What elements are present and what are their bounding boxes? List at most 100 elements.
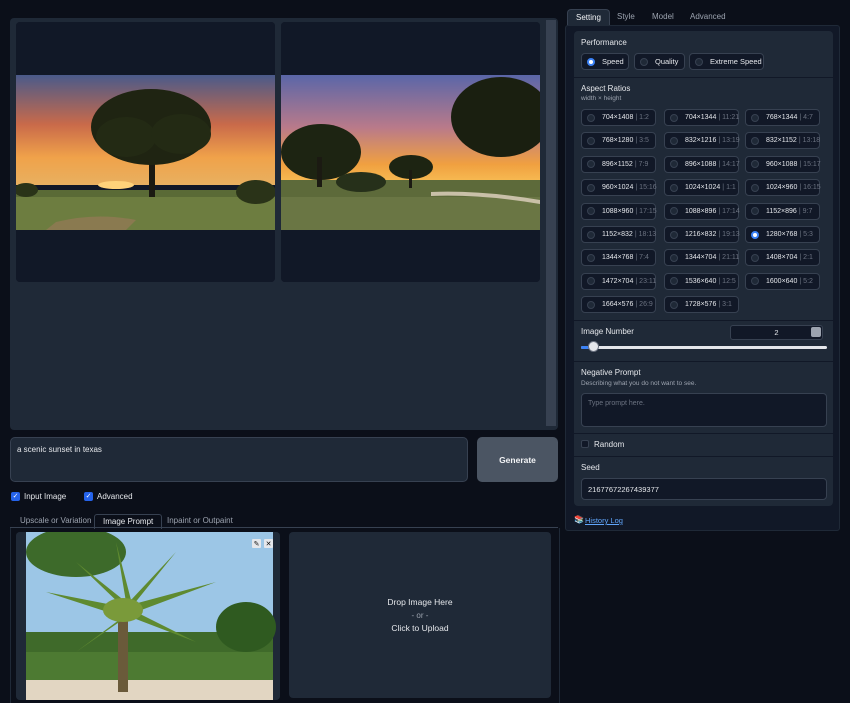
seed-input[interactable]: 2167767226743937​7 [581,478,827,500]
advanced-checkbox[interactable]: ✓ [84,492,93,501]
tab-advanced[interactable]: Advanced [682,9,734,25]
aspect-ratio-option[interactable]: 768×1344 | 4:7 [745,109,820,126]
aspect-ratio-ratio: 17:15 [639,207,657,215]
aspect-ratio-option[interactable]: 960×1024 | 15:16 [581,179,657,197]
divider [574,320,833,321]
performance-extreme-speed[interactable]: Extreme Speed [689,53,764,70]
aspect-ratio-option[interactable]: 1152×896 | 9:7 [745,202,820,220]
aspect-ratios-title: Aspect Ratios [581,84,631,93]
performance-quality[interactable]: Quality [634,53,685,70]
aspect-ratio-separator: | [799,184,802,192]
aspect-ratio-option[interactable]: 1024×1024 | 1:1 [664,179,739,197]
gallery-image-1[interactable] [16,22,275,282]
aspect-ratio-option[interactable]: 1472×704 | 23:11 [581,272,656,290]
aspect-ratio-separator: | [799,114,802,121]
radio-dot-icon [670,183,678,192]
gallery-scrollbar[interactable] [546,20,556,426]
aspect-ratio-separator: | [634,160,637,168]
aspect-ratio-ratio: 5:2 [803,277,813,285]
aspect-ratio-option[interactable]: 1536×640 | 12:5 [664,272,739,290]
aspect-ratio-option[interactable]: 1216×832 | 19:13 [664,226,740,243]
aspect-ratio-ratio: 14:17 [722,160,740,168]
aspect-ratio-option[interactable]: 1088×896 | 17:14 [664,202,740,220]
aspect-ratio-option[interactable]: 832×1216 | 13:19 [664,132,740,150]
aspect-ratio-option[interactable]: 1408×704 | 2:1 [745,249,820,267]
aspect-ratio-option[interactable]: 768×1280 | 3:5 [581,132,656,150]
divider [574,77,833,78]
aspect-ratio-option[interactable]: 896×1088 | 14:17 [664,155,740,173]
aspect-ratio-option[interactable]: 1344×704 | 21:11 [664,249,739,267]
aspect-ratio-resolution: 768×1344 [766,114,798,121]
aspect-ratio-resolution: 1216×832 [685,231,717,238]
tab-model[interactable]: Model [644,9,682,25]
aspect-ratio-option[interactable]: 1600×640 | 5:2 [745,272,820,290]
radio-dot-icon [670,136,678,145]
aspect-ratio-resolution: 1536×640 [685,277,717,285]
aspect-ratio-option[interactable]: 1024×960 | 16:15 [745,179,821,197]
divider [574,361,833,362]
aspect-ratio-separator: | [718,160,721,168]
aspect-ratio-resolution: 1408×704 [766,254,798,262]
prompt-input[interactable]: a scenic sunset in texas [10,437,468,482]
tab-inpaint-or-outpaint[interactable]: Inpaint or Outpaint [159,514,241,528]
aspect-ratio-ratio: 1:1 [726,184,736,192]
uploaded-image-slot[interactable] [16,532,280,700]
aspect-ratio-resolution: 960×1024 [602,184,634,192]
radio-dot-icon [587,230,595,239]
stepper-icon[interactable] [811,327,821,337]
aspect-ratio-option[interactable]: 1280×768 | 5:3 [745,226,820,243]
aspect-ratio-option[interactable]: 704×1408 | 1:2 [581,109,656,126]
aspect-ratio-separator: | [798,207,801,215]
aspect-ratio-resolution: 1024×960 [766,184,798,192]
image-number-label: Image Number [581,327,634,336]
aspect-ratio-separator: | [718,207,721,215]
tab-upscale-or-variation[interactable]: Upscale or Variation [12,514,99,528]
tab-style[interactable]: Style [609,9,643,25]
radio-dot-icon [587,300,595,309]
radio-dot-icon [670,300,678,309]
history-log-link[interactable]: History Log [585,516,623,525]
aspect-ratio-ratio: 18:13 [638,231,657,238]
aspect-ratio-option[interactable]: 1664×576 | 26:9 [581,296,656,314]
performance-speed-label: Speed [602,57,624,66]
aspect-ratio-option[interactable]: 1728×576 | 3:1 [664,296,739,314]
image-number-input[interactable]: 2 [730,325,823,340]
negative-prompt-subtitle: Describing what you do not want to see. [581,380,697,387]
random-checkbox[interactable] [581,440,589,448]
aspect-ratio-resolution: 832×1216 [685,137,717,145]
aspect-ratio-option[interactable]: 896×1152 | 7:9 [581,155,656,173]
image-number-slider-track[interactable] [581,346,827,349]
performance-speed[interactable]: Speed [581,53,629,70]
close-icon[interactable]: ✕ [264,539,273,548]
tab-setting[interactable]: Setting [567,9,610,26]
aspect-ratio-ratio: 17:14 [722,207,740,215]
radio-dot-icon [751,253,759,262]
image-number-slider-handle[interactable] [588,341,599,352]
image-drop-zone[interactable]: Drop Image Here - or - Click to Upload [289,532,551,698]
radio-dot-icon [587,207,595,216]
radio-dot-icon [695,57,703,66]
generate-button[interactable]: Generate [477,437,558,482]
settings-inner [574,31,833,506]
divider [574,433,833,434]
negative-prompt-title: Negative Prompt [581,368,641,377]
aspect-ratio-option[interactable]: 832×1152 | 13:18 [745,132,820,150]
aspect-ratio-option[interactable]: 1344×768 | 7:4 [581,249,656,267]
aspect-ratio-ratio: 3:5 [639,137,649,145]
aspect-ratio-option[interactable]: 1152×832 | 18:13 [581,226,656,243]
edit-icon[interactable]: ✎ [252,539,261,548]
aspect-ratio-option[interactable]: 704×1344 | 11:21 [664,109,739,126]
aspect-ratio-separator: | [635,207,638,215]
aspect-ratio-option[interactable]: 960×1088 | 15:17 [745,155,821,173]
aspect-ratio-option[interactable]: 1088×960 | 17:15 [581,202,657,220]
input-image-checkbox[interactable]: ✓ [11,492,20,501]
aspect-ratio-resolution: 896×1088 [685,160,717,168]
drop-text: Drop Image Here [387,596,453,607]
divider [574,456,833,457]
aspect-ratio-ratio: 26:9 [639,301,653,309]
negative-prompt-input[interactable]: Type prompt here. [581,393,827,427]
aspect-ratio-separator: | [635,301,638,309]
gallery-image-2[interactable] [281,22,540,282]
aspect-ratio-resolution: 704×1408 [602,114,634,121]
aspect-ratio-resolution: 960×1088 [766,160,798,168]
